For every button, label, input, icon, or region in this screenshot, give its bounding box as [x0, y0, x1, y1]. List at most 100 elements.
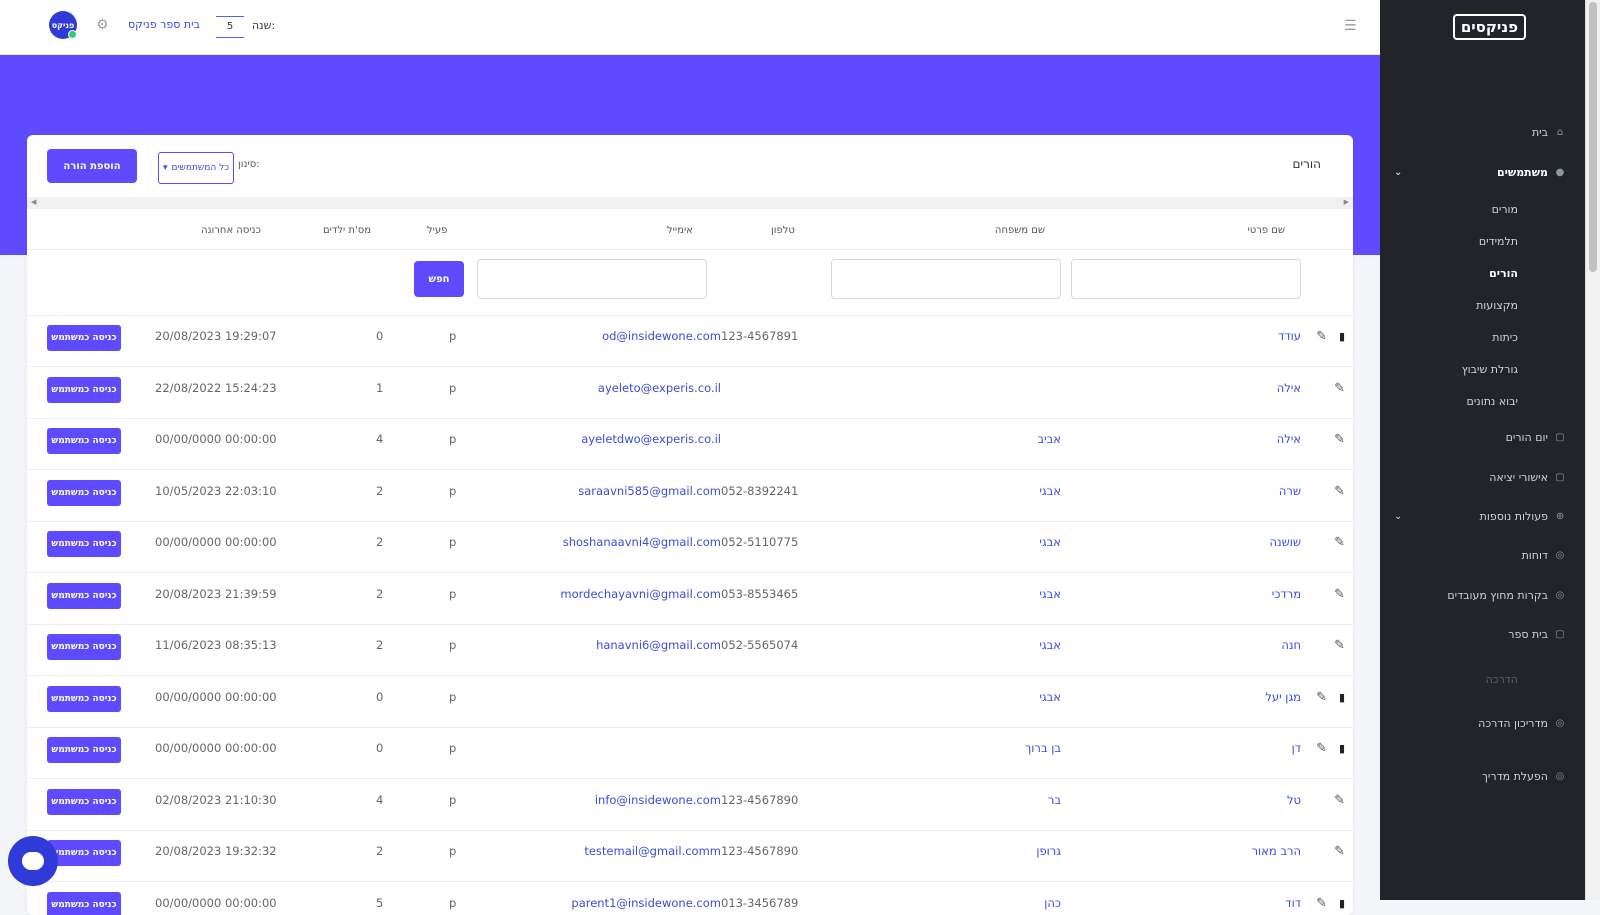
- cell-family-name[interactable]: אבגי: [1039, 587, 1061, 601]
- trash-icon[interactable]: ▮: [1339, 897, 1345, 910]
- sidebar-item-more-actions[interactable]: ⊕פעולות נוספות⌄: [1380, 510, 1586, 523]
- cell-first-name[interactable]: עודד: [1278, 329, 1301, 343]
- cell-family-name[interactable]: גרופן: [1036, 844, 1061, 858]
- table-hscrollbar[interactable]: ◀▶: [27, 197, 1353, 209]
- header-phone[interactable]: טלפון: [771, 225, 795, 236]
- header-family[interactable]: שם משפחה: [995, 225, 1045, 236]
- first-name-filter-input[interactable]: [1071, 259, 1301, 299]
- edit-icon[interactable]: ✎: [1334, 844, 1345, 859]
- impersonate-button[interactable]: כניסה כמשתמש: [47, 377, 121, 403]
- cell-email[interactable]: mordechayavni@gmail.com: [560, 587, 721, 601]
- cell-first-name[interactable]: אילה: [1277, 432, 1301, 446]
- cell-first-name[interactable]: מגן יעל: [1265, 690, 1301, 704]
- impersonate-button[interactable]: כניסה כמשתמש: [47, 737, 121, 763]
- sidebar-item-students[interactable]: תלמידים: [1380, 235, 1586, 248]
- header-first-name[interactable]: שם פרטי: [1247, 225, 1285, 236]
- edit-icon[interactable]: ✎: [1334, 587, 1345, 602]
- cell-first-name[interactable]: שושנה: [1269, 535, 1301, 549]
- sidebar-item-subjects[interactable]: מקצועות: [1380, 299, 1586, 312]
- cell-family-name[interactable]: כהן: [1044, 896, 1061, 910]
- header-kids[interactable]: מס'ת ילדים: [323, 225, 371, 236]
- cell-email[interactable]: info@insidewone.com: [595, 793, 721, 807]
- edit-icon[interactable]: ✎: [1316, 896, 1327, 911]
- cell-email[interactable]: od@insidewone.com: [602, 329, 721, 343]
- page-scrollbar[interactable]: [1585, 0, 1600, 900]
- impersonate-button[interactable]: כניסה כמשתמש: [47, 480, 121, 506]
- sidebar-item-classes[interactable]: כיתות: [1380, 331, 1586, 344]
- cell-family-name[interactable]: אבגי: [1039, 638, 1061, 652]
- cell-first-name[interactable]: חנה: [1281, 638, 1301, 652]
- edit-icon[interactable]: ✎: [1334, 484, 1345, 499]
- trash-icon[interactable]: ▮: [1339, 742, 1345, 755]
- cell-email[interactable]: shoshanaavni4@gmail.com: [563, 535, 721, 549]
- trash-icon[interactable]: ▮: [1339, 330, 1345, 343]
- cell-email[interactable]: testemail@gmail.comm: [584, 844, 721, 858]
- header-email[interactable]: אימייל: [667, 225, 693, 236]
- cell-family-name[interactable]: בר: [1048, 793, 1061, 807]
- edit-icon[interactable]: ✎: [1316, 741, 1327, 756]
- header-last-login[interactable]: כניסה אחרונה: [201, 225, 261, 236]
- impersonate-button[interactable]: כניסה כמשתמש: [47, 892, 121, 915]
- impersonate-button[interactable]: כניסה כמשתמש: [47, 531, 121, 557]
- impersonate-button[interactable]: כניסה כמשתמש: [47, 840, 121, 866]
- filter-select[interactable]: ▾כל המשתמשים: [158, 152, 234, 184]
- school-link[interactable]: בית ספר פניקס: [128, 18, 200, 31]
- cell-email[interactable]: hanavni6@gmail.com: [596, 638, 721, 652]
- cell-email[interactable]: parent1@insidewone.com: [571, 896, 721, 910]
- search-button[interactable]: חפש: [414, 261, 464, 297]
- edit-icon[interactable]: ✎: [1316, 329, 1327, 344]
- sidebar-item-teachers[interactable]: מורים: [1380, 203, 1586, 216]
- sidebar-item-guide[interactable]: ◎מדריכון הדרכה: [1380, 717, 1586, 730]
- impersonate-button[interactable]: כניסה כמשתמש: [47, 789, 121, 815]
- trash-icon[interactable]: ▮: [1339, 691, 1345, 704]
- impersonate-button[interactable]: כניסה כמשתמש: [47, 686, 121, 712]
- sidebar-item-staff-checks[interactable]: ◎בקרות מחוץ מעובדים: [1380, 589, 1586, 602]
- header-active[interactable]: פעיל: [427, 225, 447, 236]
- cell-first-name[interactable]: אילה: [1277, 381, 1301, 395]
- cell-family-name[interactable]: אבגי: [1039, 484, 1061, 498]
- cell-family-name[interactable]: בן ברוך: [1025, 741, 1061, 755]
- sidebar-item-exit-permits[interactable]: ▢אישורי יציאה: [1380, 471, 1586, 484]
- chat-widget-button[interactable]: [8, 836, 58, 886]
- cell-first-name[interactable]: מרדכי: [1272, 587, 1301, 601]
- cell-family-name[interactable]: אבגי: [1039, 535, 1061, 549]
- add-parent-button[interactable]: הוספת הורה: [47, 149, 137, 183]
- impersonate-button[interactable]: כניסה כמשתמש: [47, 325, 121, 351]
- scroll-right-icon[interactable]: ▶: [1344, 198, 1349, 206]
- edit-icon[interactable]: ✎: [1334, 432, 1345, 447]
- impersonate-button[interactable]: כניסה כמשתמש: [47, 583, 121, 609]
- sidebar-item-parents-day[interactable]: ▢יום הורים: [1380, 431, 1586, 444]
- edit-icon[interactable]: ✎: [1334, 638, 1345, 653]
- cell-first-name[interactable]: הרב מאור: [1252, 844, 1301, 858]
- app-logo[interactable]: פניקסים: [1453, 14, 1526, 40]
- edit-icon[interactable]: ✎: [1334, 793, 1345, 808]
- sidebar-item-import[interactable]: יבוא נתונים: [1380, 395, 1586, 408]
- cell-first-name[interactable]: טל: [1287, 793, 1301, 807]
- cell-email[interactable]: saraavni585@gmail.com: [578, 484, 721, 498]
- email-filter-input[interactable]: [477, 259, 707, 299]
- menu-toggle-icon[interactable]: ☰: [1344, 18, 1357, 34]
- cell-family-name[interactable]: אבגי: [1039, 690, 1061, 704]
- sidebar-item-run-guide[interactable]: ◎הפעלת מדריך: [1380, 770, 1586, 783]
- cell-family-name[interactable]: אביב: [1037, 432, 1061, 446]
- cell-first-name[interactable]: דוד: [1285, 896, 1301, 910]
- sidebar-item-assignment[interactable]: גורלת שיבוץ: [1380, 363, 1586, 376]
- sidebar-item-reports[interactable]: ◎דוחות: [1380, 549, 1586, 562]
- gear-icon[interactable]: ⚙: [96, 17, 109, 33]
- year-select[interactable]: 5: [216, 16, 244, 38]
- impersonate-button[interactable]: כניסה כמשתמש: [47, 634, 121, 660]
- cell-email[interactable]: ayeleto@experis.co.il: [598, 381, 721, 395]
- family-filter-input[interactable]: [831, 259, 1061, 299]
- user-avatar[interactable]: פניקס: [49, 11, 77, 39]
- sidebar-item-home[interactable]: ⌂בית: [1380, 126, 1586, 139]
- cell-first-name[interactable]: שרה: [1279, 484, 1301, 498]
- edit-icon[interactable]: ✎: [1334, 381, 1345, 396]
- scroll-left-icon[interactable]: ◀: [31, 198, 36, 206]
- edit-icon[interactable]: ✎: [1334, 535, 1345, 550]
- sidebar-item-users[interactable]: ●משתמשים⌄: [1380, 166, 1586, 179]
- edit-icon[interactable]: ✎: [1316, 690, 1327, 705]
- scrollbar-thumb[interactable]: [1589, 2, 1597, 272]
- sidebar-item-parents[interactable]: הורים: [1380, 267, 1586, 280]
- sidebar-item-school[interactable]: ▢בית ספר: [1380, 628, 1586, 641]
- impersonate-button[interactable]: כניסה כמשתמש: [47, 428, 121, 454]
